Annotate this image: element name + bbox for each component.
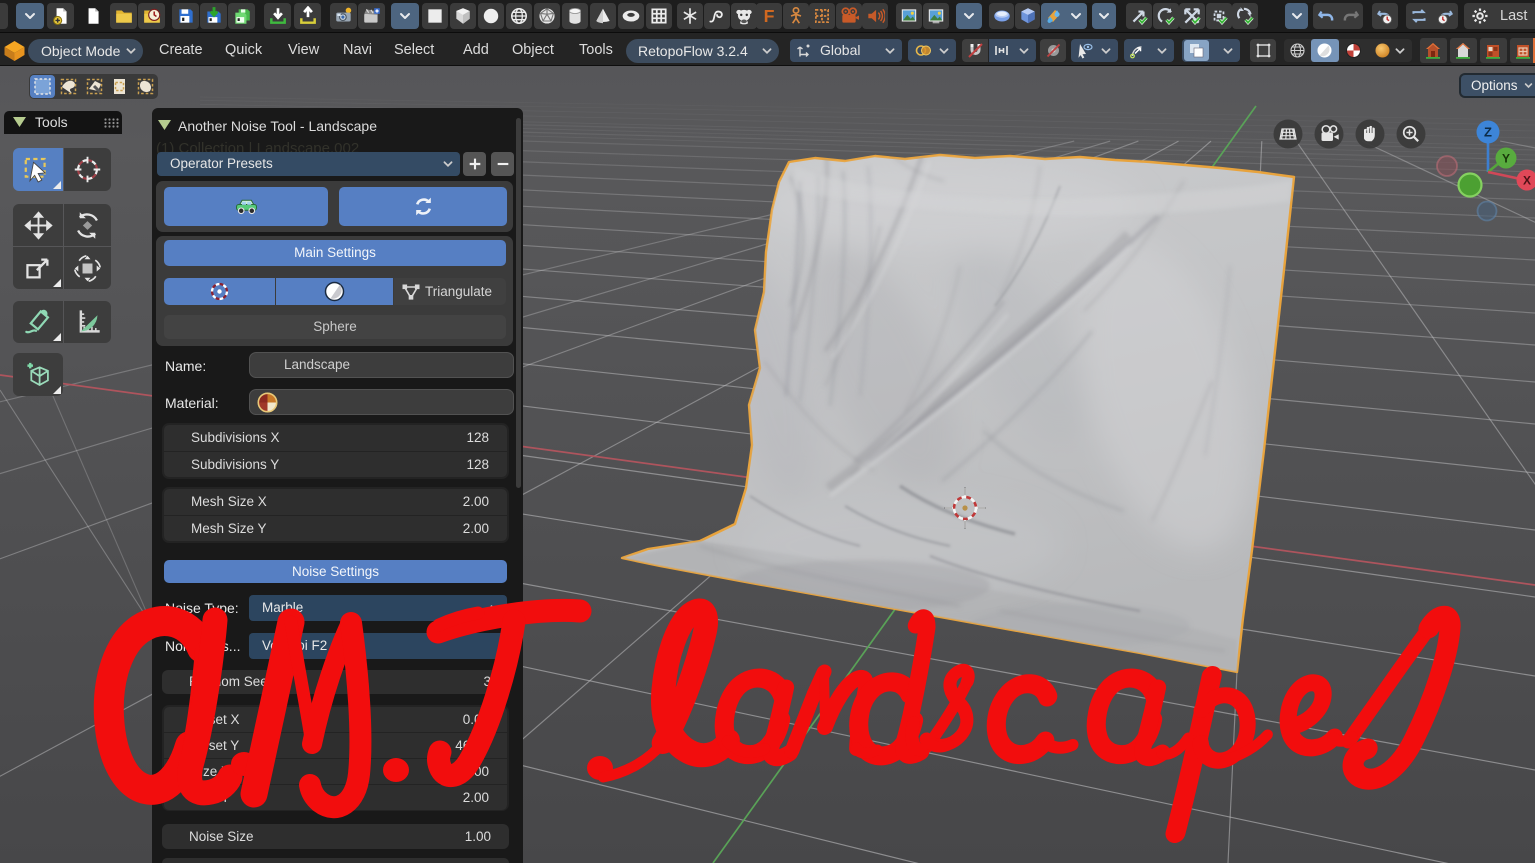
svg-text:X: X <box>1523 174 1531 188</box>
svg-text:Y: Y <box>1502 152 1510 166</box>
svg-text:Z: Z <box>1484 125 1492 140</box>
svg-text:F: F <box>764 6 775 26</box>
